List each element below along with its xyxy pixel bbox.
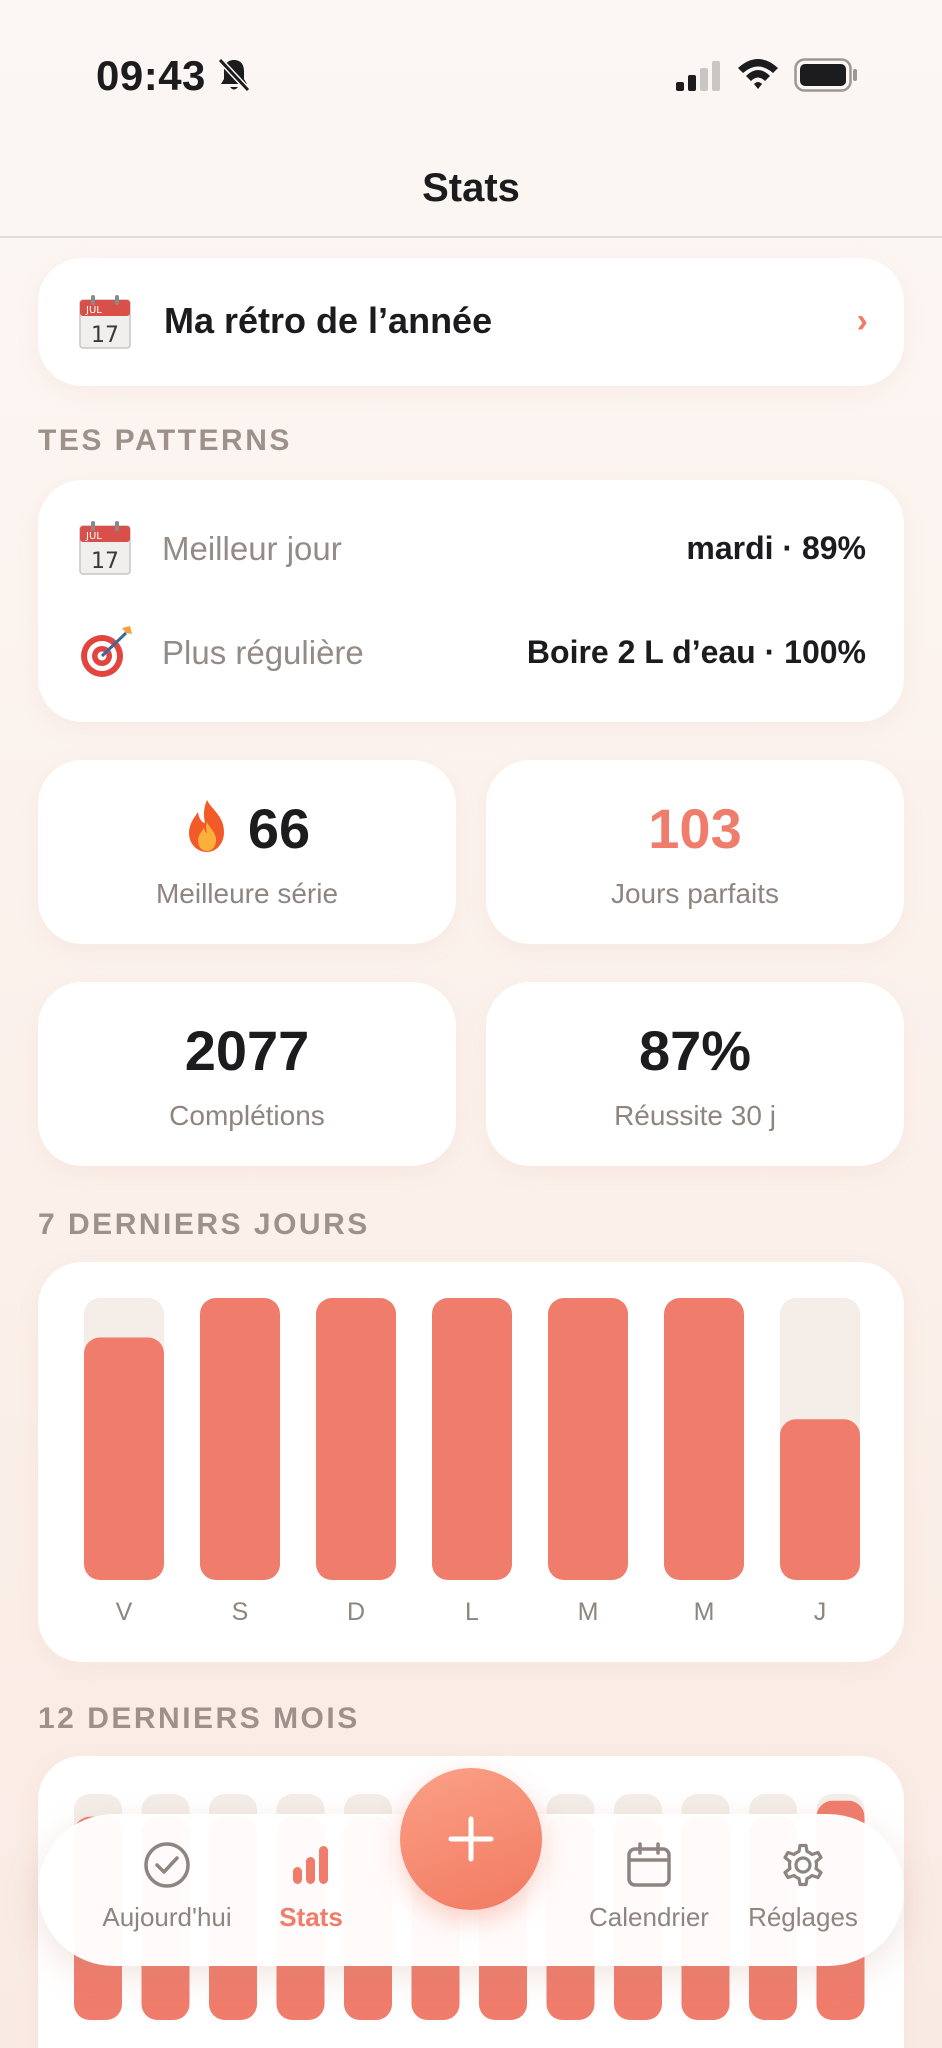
success-rate-label: Réussite 30 j — [614, 1100, 776, 1131]
bar — [316, 1298, 396, 1580]
fire-icon — [188, 800, 224, 852]
perfect-days-tile: 103 Jours parfaits — [486, 760, 904, 944]
success-rate-tile: 87% Réussite 30 j — [486, 982, 904, 1166]
year-retro-button[interactable]: JUL 17 Ma rétro de l’année › — [38, 258, 904, 386]
weekly-chart: VSDLMMJ — [84, 1298, 860, 1626]
most-regular-row: Plus régulière Boire 2 L d’eau · 100% — [38, 612, 904, 692]
status-time: 09:43 — [96, 52, 206, 99]
calendar-icon — [627, 1842, 671, 1887]
tick-label: D — [347, 1598, 365, 1626]
patterns-section-title: TES PATTERNS — [38, 424, 292, 457]
completions-tile: 2077 Complétions — [38, 982, 456, 1166]
calendar-icon: JUL 17 — [79, 295, 131, 349]
tick-label: M — [694, 1598, 715, 1626]
bar — [432, 1298, 512, 1580]
tick-label: S — [232, 1598, 249, 1626]
most-regular-value: Boire 2 L d’eau · 100% — [526, 634, 866, 670]
weekly-chart-card: VSDLMMJ — [38, 1262, 904, 1662]
bell-muted-icon — [217, 57, 251, 93]
target-icon — [81, 626, 132, 677]
checkmark-circle-icon — [144, 1842, 190, 1888]
completions-label: Complétions — [169, 1100, 325, 1131]
bar — [548, 1298, 628, 1580]
svg-text:JUL: JUL — [85, 305, 102, 316]
tab-calendar-label: Calendrier — [589, 1902, 709, 1932]
bar — [664, 1298, 744, 1580]
tab-stats-label: Stats — [279, 1902, 343, 1932]
bar — [780, 1419, 860, 1580]
best-streak-tile: 66 Meilleure série — [38, 760, 456, 944]
nav-divider — [0, 236, 942, 238]
tab-settings-label: Réglages — [748, 1902, 858, 1932]
best-day-value: mardi · 89% — [686, 530, 866, 566]
svg-text:17: 17 — [91, 549, 119, 574]
calendar-icon: JUL 17 — [79, 521, 131, 575]
wifi-icon — [738, 59, 778, 89]
tick-label: L — [465, 1598, 479, 1626]
year-retro-label: Ma rétro de l’année — [164, 300, 493, 341]
success-rate-value: 87% — [638, 1019, 752, 1082]
perfect-days-value: 103 — [648, 797, 742, 860]
stats-screen: 09:43 Stats JUL 17 Ma rétro de l’année ›… — [0, 0, 942, 2048]
tab-calendar[interactable]: Calendrier — [564, 1840, 734, 1950]
gear-icon — [783, 1843, 823, 1887]
patterns-card: JUL 17 Meilleur jour mardi · 89% Plus ré… — [38, 480, 904, 722]
best-streak-label: Meilleure série — [155, 878, 339, 909]
signal-icon — [676, 61, 720, 91]
best-day-row: JUL 17 Meilleur jour mardi · 89% — [38, 508, 904, 588]
svg-text:17: 17 — [91, 323, 119, 348]
tab-settings[interactable]: Réglages — [718, 1840, 888, 1950]
most-regular-label: Plus régulière — [162, 634, 364, 671]
bar — [84, 1337, 164, 1580]
monthly-section-title: 12 DERNIERS MOIS — [38, 1702, 360, 1735]
bar-chart-icon — [293, 1846, 328, 1884]
weekly-section-title: 7 DERNIERS JOURS — [38, 1208, 370, 1241]
chevron-right-icon: › — [856, 302, 868, 340]
page-title: Stats — [422, 166, 520, 210]
status-bar: 09:43 — [0, 0, 942, 150]
completions-value: 2077 — [184, 1019, 310, 1082]
perfect-days-label: Jours parfaits — [610, 878, 780, 909]
battery-icon — [794, 58, 857, 92]
tab-stats[interactable]: Stats — [226, 1840, 396, 1950]
best-streak-value: 66 — [247, 797, 311, 860]
plus-icon — [448, 1816, 494, 1862]
tick-label: J — [814, 1598, 827, 1626]
tick-label: V — [116, 1598, 133, 1626]
svg-text:JUL: JUL — [85, 531, 102, 542]
best-day-label: Meilleur jour — [162, 530, 342, 567]
best-streak-value-row: 66 — [38, 796, 456, 861]
tick-label: M — [578, 1598, 599, 1626]
add-habit-button[interactable] — [400, 1768, 542, 1910]
bar — [200, 1298, 280, 1580]
